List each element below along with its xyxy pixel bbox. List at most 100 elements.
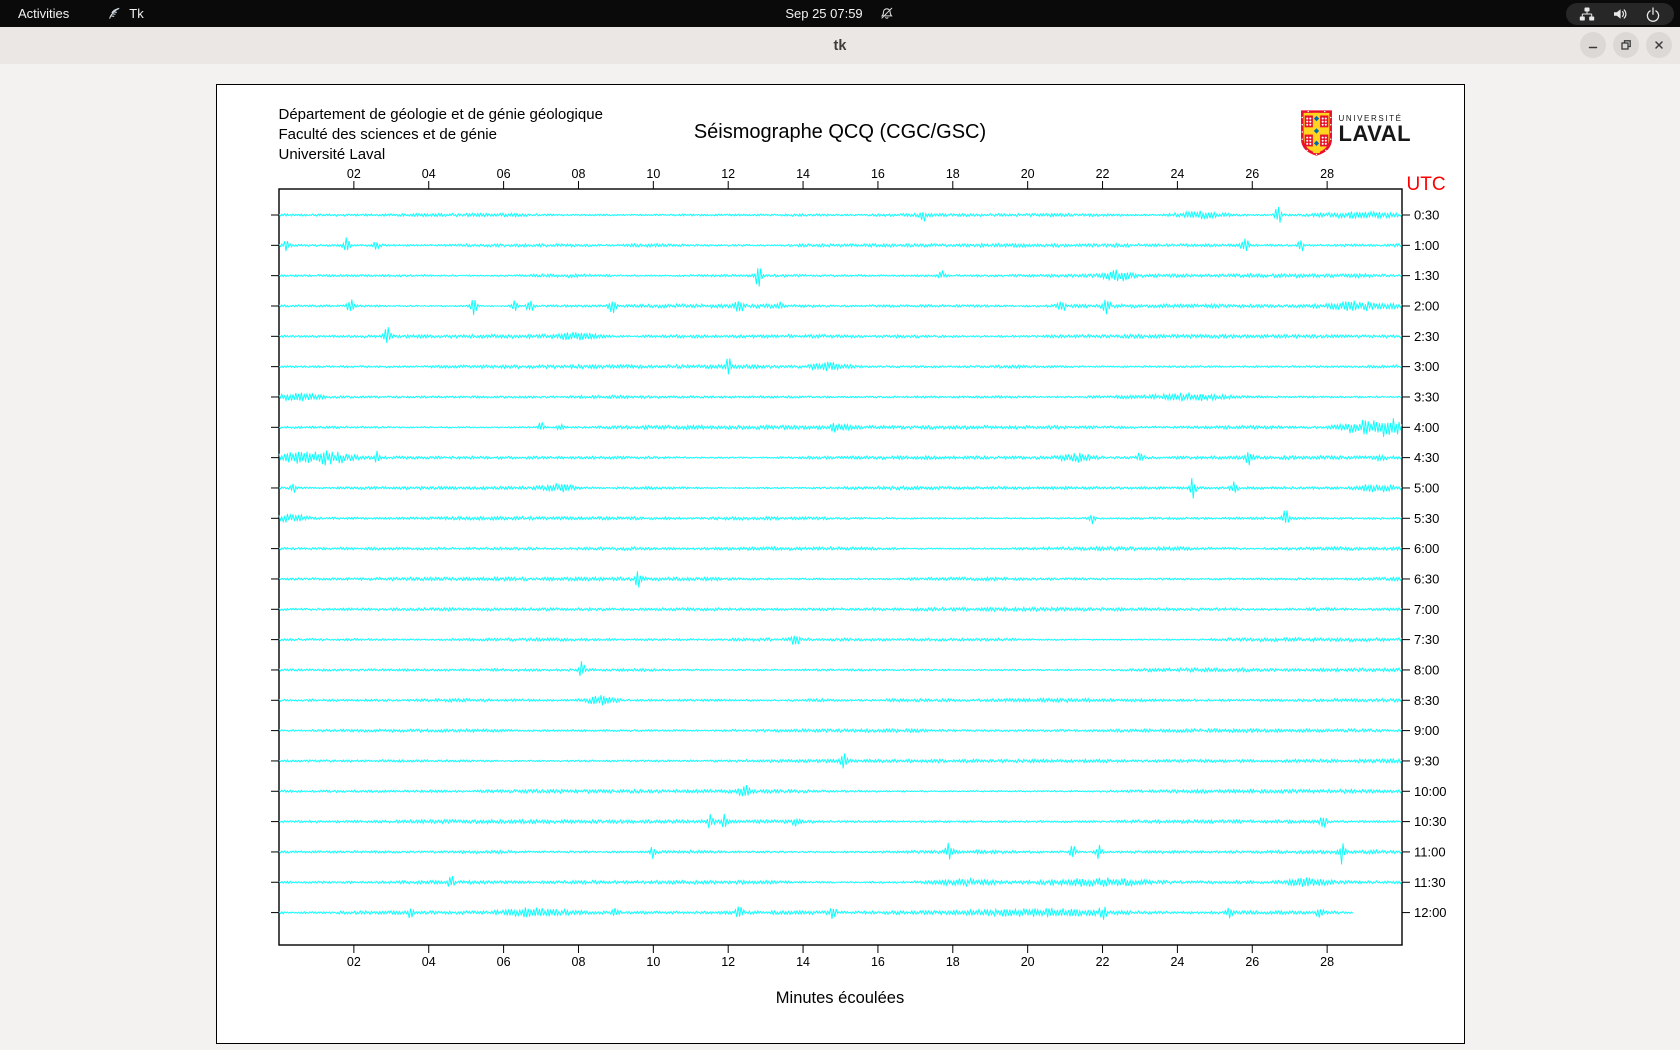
seismogram-trace — [278, 813, 1402, 829]
x-tick-label-bottom: 06 — [496, 955, 510, 969]
seismogram-trace — [278, 450, 1402, 466]
utc-time-label: 9:00 — [1414, 723, 1439, 738]
utc-time-label: 9:30 — [1414, 753, 1439, 768]
power-icon — [1645, 6, 1661, 22]
utc-time-label: 3:00 — [1414, 359, 1439, 374]
app-menu-label: Tk — [129, 6, 144, 21]
x-tick-label-top: 04 — [421, 167, 435, 181]
x-tick-label-bottom: 26 — [1245, 955, 1259, 969]
clock-button[interactable]: Sep 25 07:59 — [785, 6, 894, 21]
minimize-button[interactable] — [1580, 32, 1606, 58]
x-tick-label-bottom: 10 — [646, 955, 660, 969]
x-tick-label-top: 16 — [870, 167, 884, 181]
utc-time-label: 7:00 — [1414, 602, 1439, 617]
utc-time-label: 2:00 — [1414, 298, 1439, 313]
seismograph-canvas: Département de géologie et de génie géol… — [215, 84, 1465, 1044]
tk-feather-icon — [107, 6, 122, 21]
close-icon — [1655, 41, 1663, 49]
utc-time-label: 11:00 — [1414, 844, 1446, 859]
x-tick-label-bottom: 28 — [1320, 955, 1334, 969]
seismogram-trace — [278, 545, 1402, 552]
x-tick-label-top: 02 — [346, 167, 360, 181]
utc-time-label: 5:30 — [1414, 511, 1439, 526]
utc-time-label: 1:00 — [1414, 238, 1439, 253]
x-tick-label-bottom: 24 — [1170, 955, 1184, 969]
x-tick-label-top: 18 — [945, 167, 959, 181]
x-tick-label-top: 26 — [1245, 167, 1259, 181]
seismogram-trace — [278, 299, 1402, 316]
utc-time-label: 0:30 — [1414, 208, 1439, 223]
seismogram-trace — [278, 392, 1402, 403]
volume-icon — [1612, 6, 1628, 22]
utc-time-label: 6:00 — [1414, 541, 1439, 556]
wired-network-icon — [1579, 6, 1595, 22]
seismogram-trace — [278, 477, 1402, 499]
system-tray[interactable] — [1566, 2, 1674, 25]
x-tick-label-top: 08 — [571, 167, 585, 181]
seismogram-trace — [278, 237, 1402, 252]
seismogram-trace — [278, 842, 1402, 865]
seismogram-trace — [278, 876, 1402, 888]
utc-label: UTC — [1406, 174, 1446, 195]
seismogram-trace — [278, 327, 1402, 344]
x-tick-label-top: 06 — [496, 167, 510, 181]
x-tick-label-bottom: 02 — [346, 955, 360, 969]
x-tick-label-top: 14 — [796, 167, 810, 181]
seismogram-trace — [278, 635, 1402, 645]
utc-time-label: 8:00 — [1414, 662, 1439, 677]
maximize-button[interactable] — [1613, 32, 1639, 58]
utc-time-label: 11:30 — [1414, 875, 1446, 890]
x-tick-label-bottom: 12 — [721, 955, 735, 969]
seismogram-trace — [278, 418, 1402, 437]
restore-icon — [1621, 40, 1631, 50]
seismogram-trace — [278, 268, 1402, 287]
seismogram-trace — [278, 727, 1402, 734]
utc-time-label: 5:00 — [1414, 480, 1439, 495]
x-tick-label-bottom: 14 — [796, 955, 810, 969]
x-tick-label-top: 24 — [1170, 167, 1184, 181]
x-tick-label-bottom: 20 — [1020, 955, 1034, 969]
app-menu[interactable]: Tk — [107, 6, 144, 21]
gnome-top-bar: Activities Tk Sep 25 07:59 — [0, 0, 1680, 27]
x-axis-title: Minutes écoulées — [775, 989, 905, 1007]
seismogram-trace — [278, 606, 1402, 613]
x-tick-label-bottom: 04 — [421, 955, 435, 969]
utc-time-label: 10:00 — [1414, 784, 1447, 799]
utc-time-label: 2:30 — [1414, 329, 1439, 344]
seismogram-trace — [278, 661, 1402, 677]
utc-time-label: 3:30 — [1414, 389, 1439, 404]
activities-button[interactable]: Activities — [18, 6, 69, 21]
x-tick-label-bottom: 16 — [870, 955, 884, 969]
seismogram-trace — [278, 753, 1402, 769]
x-tick-label-top: 10 — [646, 167, 660, 181]
utc-time-label: 12:00 — [1414, 905, 1447, 920]
seismogram-trace — [278, 358, 1402, 375]
utc-time-label: 7:30 — [1414, 632, 1439, 647]
x-tick-label-bottom: 08 — [571, 955, 585, 969]
window-content: Département de géologie et de génie géol… — [0, 64, 1680, 1050]
seismogram-trace — [278, 571, 1402, 588]
window-titlebar[interactable]: tk — [0, 27, 1680, 65]
x-tick-label-top: 12 — [721, 167, 735, 181]
utc-time-label: 6:30 — [1414, 571, 1439, 586]
plot-frame — [277, 188, 1403, 946]
close-button[interactable] — [1646, 32, 1672, 58]
minimize-icon — [1588, 46, 1598, 49]
x-tick-label-top: 28 — [1320, 167, 1334, 181]
utc-time-label: 1:30 — [1414, 268, 1439, 283]
utc-time-label: 4:30 — [1414, 450, 1439, 465]
utc-time-label: 10:30 — [1414, 814, 1447, 829]
seismogram-trace — [278, 510, 1402, 525]
plot-svg: 02 02 04 04 06 06 08 08 10 10 12 12 14 14 16 16 18 18 20 20… — [270, 167, 1447, 969]
seismogram-trace — [278, 785, 1402, 797]
x-tick-label-bottom: 22 — [1095, 955, 1109, 969]
seismogram-trace — [278, 695, 1402, 706]
utc-time-label: 8:30 — [1414, 693, 1439, 708]
clock-label: Sep 25 07:59 — [785, 6, 863, 21]
x-tick-label-top: 22 — [1095, 167, 1109, 181]
window-title: tk — [833, 37, 847, 54]
notifications-muted-icon — [880, 6, 895, 21]
x-tick-label-top: 20 — [1020, 167, 1034, 181]
utc-time-label: 4:00 — [1414, 420, 1439, 435]
x-tick-label-bottom: 18 — [945, 955, 959, 969]
